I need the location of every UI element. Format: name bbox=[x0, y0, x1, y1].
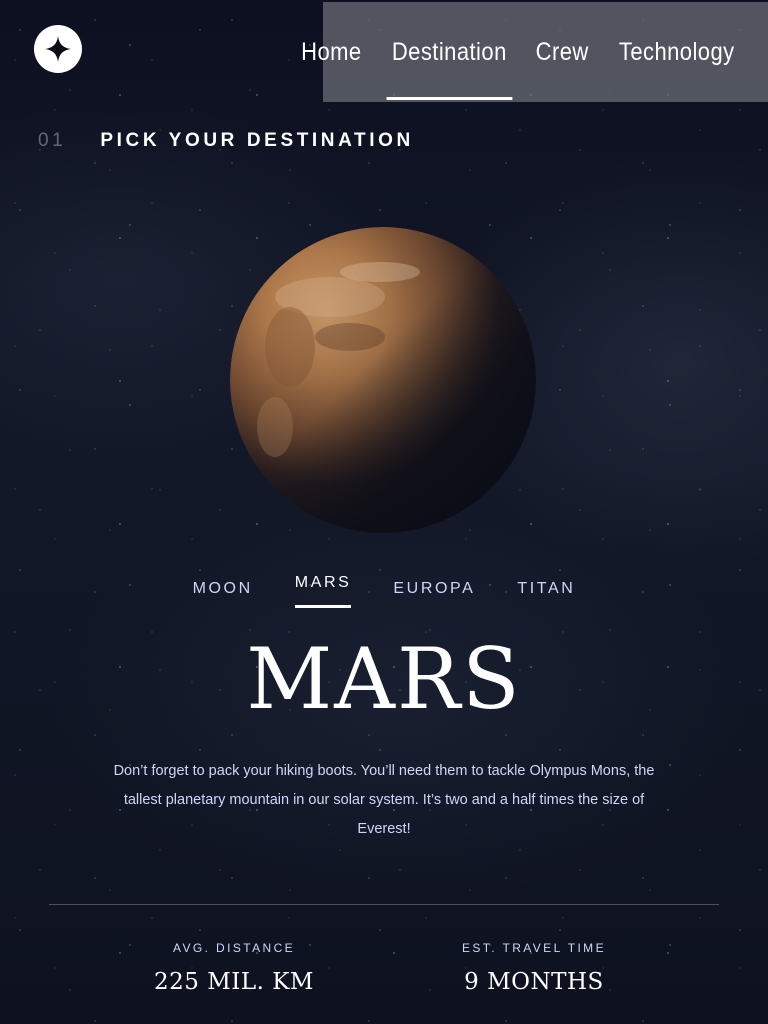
star-logo-icon[interactable] bbox=[34, 25, 82, 73]
stat-distance-value: 225 MIL. KM bbox=[154, 969, 314, 995]
stat-travel-label: EST. TRAVEL TIME bbox=[462, 941, 606, 955]
destination-name: MARS bbox=[246, 630, 522, 728]
nav-item-technology[interactable]: Technology bbox=[618, 2, 734, 102]
stat-travel-value: 9 MONTHS bbox=[464, 969, 604, 995]
stat-travel-time: EST. TRAVEL TIME 9 MONTHS bbox=[384, 941, 684, 995]
destination-description: Don’t forget to pack your hiking boots. … bbox=[113, 763, 655, 837]
stat-distance-label: AVG. DISTANCE bbox=[172, 941, 296, 955]
mars-planet-image bbox=[230, 227, 536, 533]
tab-moon[interactable]: MOON bbox=[193, 580, 253, 616]
page-title: PICK YOUR DESTINATION bbox=[100, 130, 414, 151]
page-heading: 01 PICK YOUR DESTINATION bbox=[38, 130, 414, 152]
tab-titan[interactable]: TITAN bbox=[517, 580, 575, 616]
page-number: 01 bbox=[38, 130, 67, 151]
stat-distance: AVG. DISTANCE 225 MIL. KM bbox=[84, 941, 384, 995]
primary-nav: Home Destination Crew Technology bbox=[301, 2, 768, 102]
nav-item-crew[interactable]: Crew bbox=[536, 2, 589, 102]
star-icon bbox=[45, 36, 71, 62]
nav-item-home[interactable]: Home bbox=[301, 2, 361, 102]
destination-tabs: MOON MARS EUROPA TITAN bbox=[0, 570, 768, 608]
nav-item-destination[interactable]: Destination bbox=[386, 2, 512, 102]
tab-mars[interactable]: MARS bbox=[294, 574, 352, 610]
divider bbox=[49, 904, 719, 905]
tab-europa[interactable]: EUROPA bbox=[393, 580, 475, 616]
